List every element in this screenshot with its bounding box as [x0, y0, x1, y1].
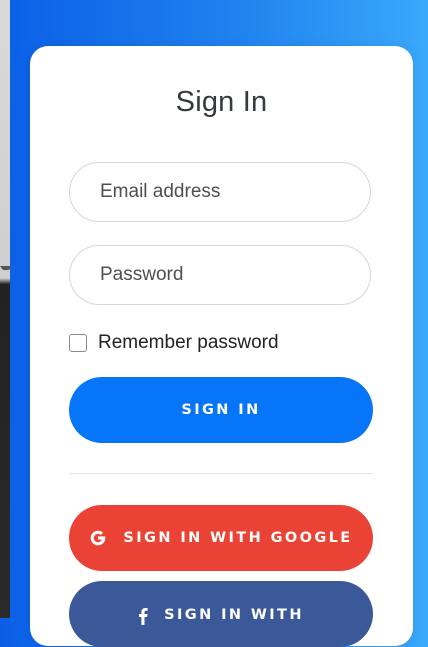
remember-password-row[interactable]: Remember password [69, 331, 279, 355]
sign-in-button-label: SIGN IN [181, 402, 261, 418]
facebook-sign-in-label: SIGN IN WITH [164, 607, 304, 623]
google-icon [89, 529, 107, 547]
background-window-edge [0, 0, 12, 618]
facebook-sign-in-button[interactable]: SIGN IN WITH [69, 581, 373, 647]
password-field[interactable] [69, 245, 371, 305]
caret-down-icon [0, 266, 12, 276]
sign-in-card: Sign In Remember password SIGN IN SIGN I… [30, 46, 413, 647]
email-field[interactable] [69, 162, 371, 222]
password-input[interactable] [70, 246, 370, 304]
divider [69, 473, 373, 474]
remember-password-label: Remember password [98, 332, 279, 353]
google-sign-in-label: SIGN IN WITH GOOGLE [123, 530, 353, 546]
facebook-icon [138, 607, 148, 625]
sign-in-button[interactable]: SIGN IN [69, 377, 373, 443]
remember-password-checkbox[interactable] [69, 334, 87, 352]
google-sign-in-button[interactable]: SIGN IN WITH GOOGLE [69, 505, 373, 571]
email-input[interactable] [70, 163, 370, 221]
page-title: Sign In [175, 86, 268, 118]
